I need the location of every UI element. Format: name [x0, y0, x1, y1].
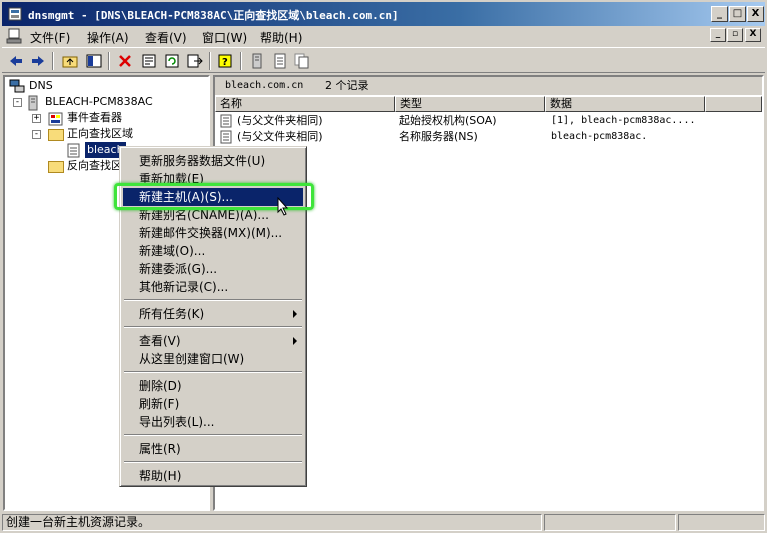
show-hide-tree-icon[interactable] [84, 51, 104, 71]
delete-icon[interactable] [115, 51, 135, 71]
ctx-new-domain[interactable]: 新建域(O)... [123, 242, 303, 260]
mdi-close-button[interactable]: X [745, 28, 761, 42]
ctx-view-label: 查看(V) [139, 334, 181, 348]
ctx-delete[interactable]: 删除(D) [123, 377, 303, 395]
back-icon[interactable] [6, 51, 26, 71]
submenu-arrow-icon [293, 310, 297, 318]
caption-record-count: 2 个记录 [325, 79, 369, 92]
console-icon [6, 28, 22, 44]
toolbar-separator [52, 52, 54, 70]
tree-node-event-viewer[interactable]: 事件查看器 [67, 110, 122, 126]
folder-icon [48, 161, 64, 173]
status-bar: 创建一台新主机资源记录。 [2, 513, 765, 532]
table-row[interactable]: (与父文件夹相同) 名称服务器(NS) bleach-pcm838ac. [215, 129, 762, 145]
mdi-restore-button[interactable]: ▫ [727, 28, 743, 42]
ctx-separator [124, 299, 302, 301]
result-caption: bleach.com.cn 2 个记录 [215, 77, 762, 95]
expand-event-viewer-icon[interactable]: + [32, 114, 41, 123]
record-name: (与父文件夹相同) [237, 130, 323, 143]
title-bar: dnsmgmt - [DNS\BLEACH-PCM838AC\正向查找区域\bl… [0, 0, 767, 26]
submenu-arrow-icon [293, 337, 297, 345]
ctx-other-new-records[interactable]: 其他新记录(C)... [123, 278, 303, 296]
status-panel [544, 514, 676, 531]
svg-text:?: ? [222, 57, 228, 68]
menu-view[interactable]: 查看(V) [145, 29, 187, 46]
zone-icon [67, 143, 80, 158]
status-text: 创建一台新主机资源记录。 [2, 514, 542, 531]
dns-root-icon [9, 79, 25, 93]
forward-icon[interactable] [28, 51, 48, 71]
ctx-new-mail-exchanger[interactable]: 新建邮件交换器(MX)(M)... [123, 224, 303, 242]
mouse-cursor-icon [277, 197, 289, 216]
ctx-help[interactable]: 帮助(H) [123, 467, 303, 485]
ctx-view[interactable]: 查看(V) [123, 332, 303, 350]
toolbar-separator [240, 52, 242, 70]
refresh-icon[interactable] [162, 51, 182, 71]
help-icon[interactable]: ? [216, 51, 236, 71]
document-icon[interactable] [270, 51, 290, 71]
event-viewer-icon [48, 112, 63, 126]
status-panel [678, 514, 765, 531]
menu-action[interactable]: 操作(A) [87, 29, 129, 46]
window-title: dnsmgmt - [DNS\BLEACH-PCM838AC\正向查找区域\bl… [28, 9, 399, 22]
collapse-forward-zones-icon[interactable]: - [32, 130, 41, 139]
record-type: 名称服务器(NS) [399, 130, 478, 143]
minimize-button[interactable]: _ [711, 6, 728, 22]
ctx-separator [124, 434, 302, 436]
properties-icon[interactable] [139, 51, 159, 71]
ctx-update-server-data-file[interactable]: 更新服务器数据文件(U) [123, 152, 303, 170]
ctx-separator [124, 371, 302, 373]
record-data: [1], bleach-pcm838ac.... [551, 115, 696, 126]
menu-help[interactable]: 帮助(H) [260, 29, 302, 46]
record-data: bleach-pcm838ac. [551, 131, 648, 142]
tree-node-forward-zones[interactable]: 正向查找区域 [67, 126, 133, 142]
ctx-all-tasks-label: 所有任务(K) [139, 307, 205, 321]
menu-file[interactable]: 文件(F) [30, 29, 70, 46]
menu-window[interactable]: 窗口(W) [202, 29, 247, 46]
tree-node-server[interactable]: BLEACH-PCM838AC [45, 94, 153, 110]
server-icon [28, 95, 38, 111]
copy-icon[interactable] [292, 51, 312, 71]
table-row[interactable]: (与父文件夹相同) 起始授权机构(SOA) [1], bleach-pcm838… [215, 113, 762, 129]
folder-open-icon [48, 129, 64, 141]
column-header-data[interactable]: 数据 [545, 96, 705, 112]
ctx-new-delegation[interactable]: 新建委派(G)... [123, 260, 303, 278]
close-button[interactable]: X [747, 6, 764, 22]
record-type: 起始授权机构(SOA) [399, 114, 497, 127]
tree-node-dns[interactable]: DNS [29, 78, 53, 94]
menu-bar: 文件(F) 操作(A) 查看(V) 窗口(W) 帮助(H) _ ▫ X [2, 26, 765, 46]
up-folder-icon[interactable] [60, 51, 80, 71]
record-icon [220, 114, 232, 128]
toolbar-separator [209, 52, 211, 70]
caption-zone-name: bleach.com.cn [225, 80, 304, 91]
ctx-separator [124, 461, 302, 463]
server-icon[interactable] [247, 51, 267, 71]
column-header-filler [705, 96, 762, 112]
collapse-server-icon[interactable]: - [13, 98, 22, 107]
column-header-type[interactable]: 类型 [395, 96, 545, 112]
toolbar: ? [2, 47, 765, 73]
record-name: (与父文件夹相同) [237, 114, 323, 127]
ctx-properties[interactable]: 属性(R) [123, 440, 303, 458]
record-icon [220, 130, 232, 144]
mdi-minimize-button[interactable]: _ [710, 28, 726, 42]
list-header: 名称 类型 数据 [215, 96, 762, 112]
maximize-button[interactable]: □ [729, 6, 746, 22]
export-icon[interactable] [185, 51, 205, 71]
toolbar-separator [108, 52, 110, 70]
ctx-new-window-from-here[interactable]: 从这里创建窗口(W) [123, 350, 303, 368]
tree-node-reverse-zones[interactable]: 反向查找区 [67, 158, 122, 174]
dns-app-icon [8, 7, 22, 21]
ctx-all-tasks[interactable]: 所有任务(K) [123, 305, 303, 323]
ctx-separator [124, 326, 302, 328]
column-header-name[interactable]: 名称 [215, 96, 395, 112]
ctx-refresh[interactable]: 刷新(F) [123, 395, 303, 413]
ctx-export-list[interactable]: 导出列表(L)... [123, 413, 303, 431]
